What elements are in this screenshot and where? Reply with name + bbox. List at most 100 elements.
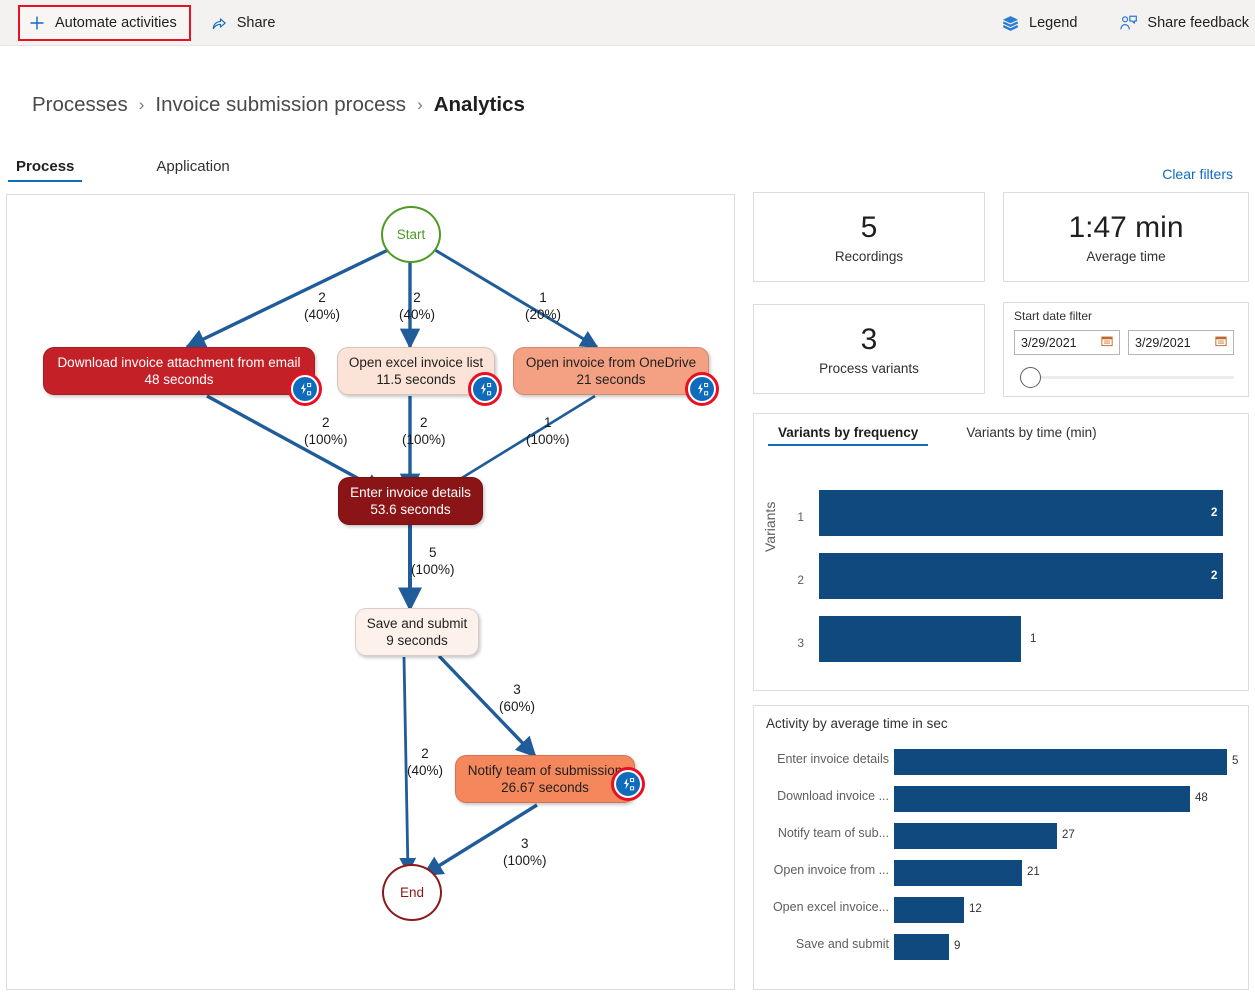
variants-bar-value: 1 — [1030, 633, 1036, 645]
automate-activities-button[interactable]: Automate activities — [18, 5, 191, 41]
edge-label-save-to-notify: 3 (60%) — [499, 682, 535, 716]
calendar-icon[interactable] — [1101, 335, 1113, 350]
variants-bar[interactable] — [819, 616, 1021, 662]
date-range-row: 3/29/2021 3/29/2021 — [1014, 330, 1238, 355]
edge-pct: (20%) — [525, 307, 561, 324]
edge-count: 2 — [407, 746, 443, 763]
process-node-end[interactable]: End — [382, 864, 442, 921]
plus-icon — [28, 14, 46, 32]
activity-panel: Activity by average time in sec Enter in… — [753, 705, 1249, 990]
start-date-input[interactable]: 3/29/2021 — [1014, 330, 1120, 355]
calendar-icon[interactable] — [1215, 335, 1227, 350]
activity-bar-value: 12 — [969, 903, 982, 915]
process-node-open-invoice-from-onedrive[interactable]: Open invoice from OneDrive 21 seconds — [513, 347, 709, 395]
activity-bar-row: Download invoice ... 48 — [754, 786, 1249, 812]
automate-flow-icon — [293, 377, 317, 401]
activity-bar[interactable] — [894, 860, 1022, 886]
variants-bar-value: 2 — [1211, 570, 1217, 582]
edge-label-start-to-download: 2 (40%) — [304, 290, 340, 324]
kpi-label: Recordings — [835, 249, 903, 264]
edge-pct: (40%) — [407, 763, 443, 780]
edge-label-open-excel-to-enter: 2 (100%) — [402, 415, 446, 449]
automate-badge-open-onedrive[interactable] — [685, 372, 719, 406]
variants-frequency-chart: Variants 1 2 2 2 3 1 — [754, 466, 1250, 690]
kpi-value: 1:47 min — [1068, 211, 1183, 244]
node-time: 53.6 seconds — [370, 501, 450, 518]
tab-process[interactable]: Process — [8, 158, 82, 182]
slider-thumb[interactable] — [1020, 367, 1041, 388]
activity-bar[interactable] — [894, 897, 964, 923]
edge-label-notify-to-end: 3 (100%) — [503, 836, 547, 870]
breadcrumb-item-analytics: Analytics — [434, 93, 525, 117]
automate-activities-label: Automate activities — [55, 15, 177, 31]
automate-badge-notify-team[interactable] — [611, 767, 645, 801]
process-node-save-and-submit[interactable]: Save and submit 9 seconds — [355, 608, 479, 656]
node-time: 11.5 seconds — [376, 371, 455, 388]
breadcrumb-item-invoice-submission-process[interactable]: Invoice submission process — [155, 93, 406, 117]
activity-bar-value: 27 — [1062, 829, 1075, 841]
layers-icon — [1001, 14, 1020, 33]
process-node-start[interactable]: Start — [381, 206, 441, 263]
legend-label: Legend — [1029, 15, 1077, 31]
edge-pct: (100%) — [402, 432, 446, 449]
edge-pct: (100%) — [526, 432, 570, 449]
person-feedback-icon — [1119, 14, 1138, 33]
node-name: Open invoice from OneDrive — [526, 354, 696, 371]
variants-y-axis-title: Variants — [762, 502, 778, 552]
legend-button[interactable]: Legend — [991, 7, 1087, 39]
command-bar-left-group: Automate activities Share — [18, 0, 285, 46]
share-button[interactable]: Share — [201, 7, 286, 39]
variants-category-label: 2 — [788, 573, 804, 587]
node-name: Save and submit — [367, 615, 468, 632]
kpi-label: Average time — [1086, 249, 1165, 264]
edge-pct: (60%) — [499, 699, 535, 716]
variants-panel: Variants by frequency Variants by time (… — [753, 413, 1249, 691]
automate-flow-icon — [690, 377, 714, 401]
breadcrumb-separator: › — [139, 95, 145, 115]
automate-badge-open-excel[interactable] — [468, 372, 502, 406]
process-map-panel: Start 2 (40%) 2 (40%) 1 (20%) Download i… — [6, 194, 735, 990]
edge-pct: (40%) — [304, 307, 340, 324]
start-label: Start — [397, 227, 426, 242]
activity-bar[interactable] — [894, 823, 1057, 849]
variants-category-label: 1 — [788, 510, 804, 524]
clear-filters-link[interactable]: Clear filters — [1162, 166, 1233, 182]
activity-bar[interactable] — [894, 749, 1227, 775]
activity-category-label: Save and submit — [764, 937, 889, 951]
date-range-slider[interactable] — [1014, 365, 1238, 389]
breadcrumb-item-processes[interactable]: Processes — [32, 93, 128, 117]
kpi-label: Process variants — [819, 361, 919, 376]
share-feedback-label: Share feedback — [1147, 15, 1249, 31]
kpi-card-process-variants: 3 Process variants — [753, 304, 985, 394]
automate-badge-download-invoice[interactable] — [288, 372, 322, 406]
share-icon — [211, 15, 228, 32]
tab-application[interactable]: Application — [148, 158, 237, 182]
node-time: 21 seconds — [576, 371, 645, 388]
kpi-card-average-time: 1:47 min Average time — [1003, 192, 1249, 282]
main-tabs: Process Application — [8, 158, 238, 182]
edge-label-start-to-onedrive: 1 (20%) — [525, 290, 561, 324]
node-time: 26.67 seconds — [501, 779, 589, 796]
activity-category-label: Open invoice from ... — [764, 863, 889, 877]
node-name: Open excel invoice list — [349, 354, 483, 371]
tab-variants-by-frequency[interactable]: Variants by frequency — [768, 425, 928, 446]
tab-variants-by-time[interactable]: Variants by time (min) — [956, 425, 1106, 446]
process-node-download-invoice-attachment[interactable]: Download invoice attachment from email 4… — [43, 347, 315, 395]
activity-category-label: Open excel invoice... — [764, 900, 889, 914]
edge-label-download-to-enter: 2 (100%) — [304, 415, 348, 449]
activity-bar[interactable] — [894, 786, 1190, 812]
process-node-enter-invoice-details[interactable]: Enter invoice details 53.6 seconds — [338, 477, 483, 525]
activity-bar-row: Open invoice from ... 21 — [754, 860, 1249, 886]
end-date-input[interactable]: 3/29/2021 — [1128, 330, 1234, 355]
breadcrumb: Processes › Invoice submission process ›… — [32, 93, 525, 117]
activity-bar[interactable] — [894, 934, 949, 960]
share-feedback-button[interactable]: Share feedback — [1109, 7, 1255, 39]
activity-bar-value: 21 — [1027, 866, 1040, 878]
variants-bar[interactable] — [819, 490, 1223, 536]
edge-count: 2 — [304, 415, 348, 432]
variants-bar[interactable] — [819, 553, 1223, 599]
edge-label-start-to-open-excel: 2 (40%) — [399, 290, 435, 324]
edge-pct: (40%) — [399, 307, 435, 324]
edge-count: 2 — [402, 415, 446, 432]
process-node-notify-team-of-submission[interactable]: Notify team of submission 26.67 seconds — [455, 755, 635, 803]
